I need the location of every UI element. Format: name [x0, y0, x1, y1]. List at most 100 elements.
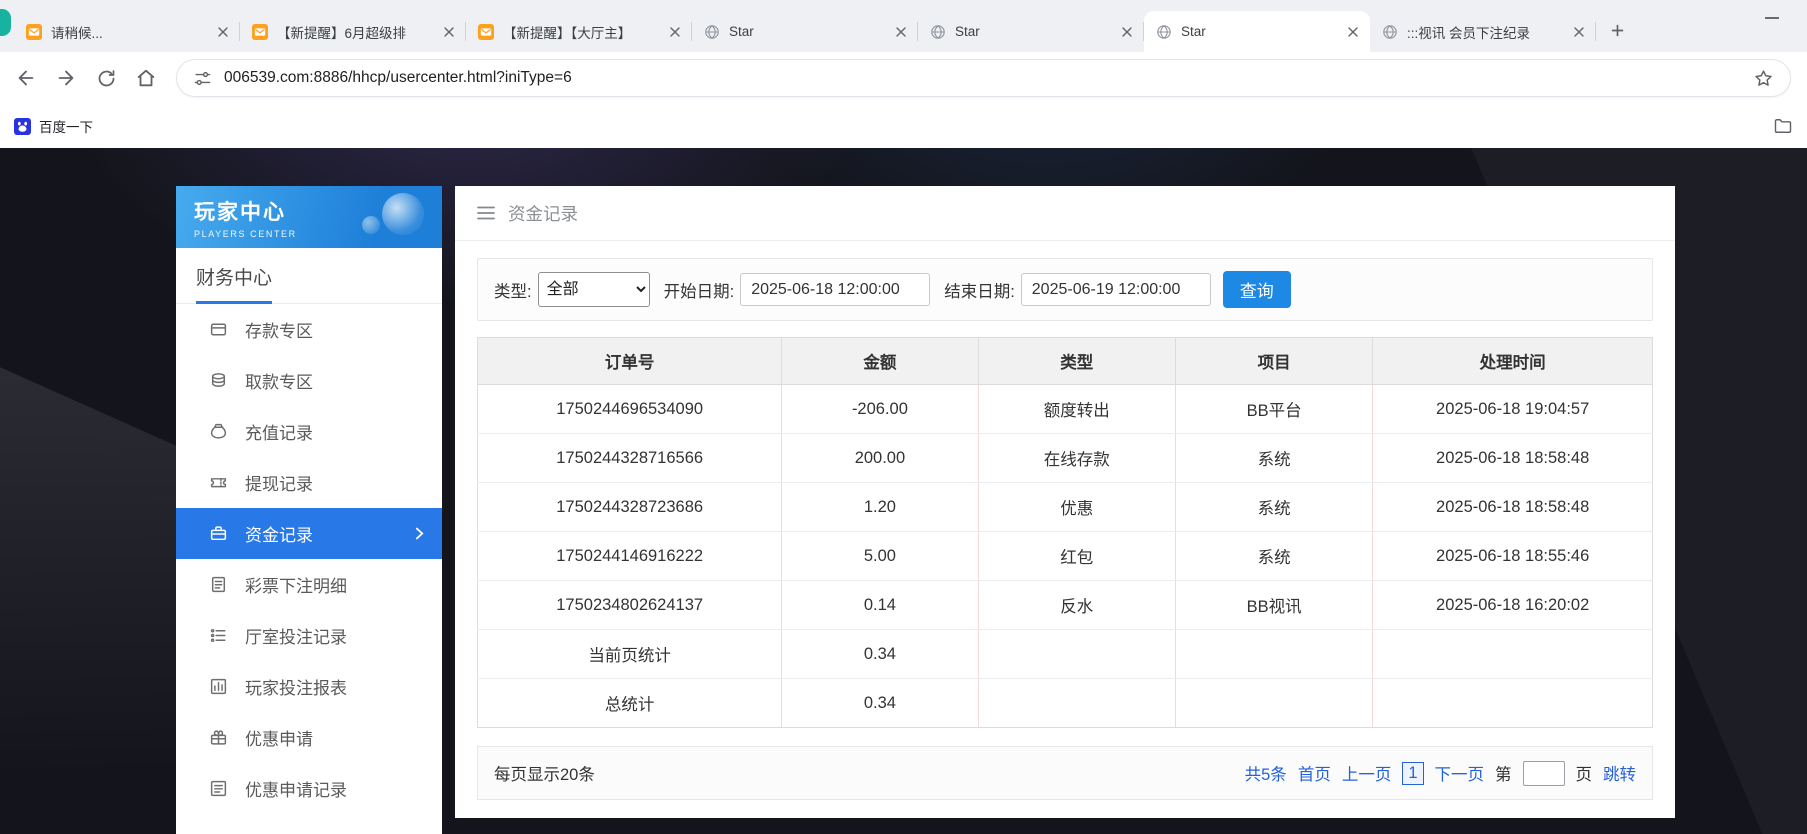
minimize-icon	[1765, 17, 1779, 19]
tab-close-icon[interactable]	[1570, 23, 1588, 41]
search-button[interactable]: 查询	[1222, 271, 1291, 308]
table-cell	[978, 678, 1176, 728]
coins-icon	[209, 371, 228, 390]
tab-close-icon[interactable]	[1344, 23, 1362, 41]
list-icon	[209, 626, 228, 645]
folder-icon	[1774, 119, 1792, 133]
sidebar-item-recharge-record[interactable]: 充值记录	[176, 406, 442, 457]
browser-window: 请稍候... 【新提醒】6月超级排 【新提醒】【大厅主】 Star Star Star::…	[0, 0, 1807, 834]
window-minimize-button[interactable]	[1765, 16, 1779, 20]
bookmark-label: 百度一下	[39, 120, 93, 135]
table-header-cell: 项目	[1174, 337, 1374, 385]
tab-close-icon[interactable]	[1118, 23, 1136, 41]
sidebar-item-label: 优惠申请记录	[245, 781, 347, 800]
table-cell: 1750244146916222	[476, 531, 783, 581]
table-cell: 0.34	[781, 678, 979, 728]
next-page-link[interactable]: 下一页	[1435, 761, 1485, 785]
browser-tab[interactable]: 【新提醒】【大厅主】	[466, 11, 692, 52]
first-page-link[interactable]: 首页	[1298, 761, 1331, 785]
site-info-icon	[194, 71, 211, 85]
sidebar-item-player-bet-report[interactable]: 玩家投注报表	[176, 661, 442, 712]
tab-close-icon[interactable]	[214, 23, 232, 41]
home-button[interactable]	[128, 60, 164, 96]
address-bar[interactable]: 006539.com:8886/hhcp/usercenter.html?ini…	[176, 59, 1791, 97]
back-button[interactable]	[8, 60, 44, 96]
end-date-input[interactable]	[1020, 273, 1211, 306]
table-cell: 当前页统计	[476, 629, 783, 679]
page-jump-input[interactable]	[1522, 760, 1565, 786]
window-edge-accent	[0, 9, 11, 36]
mail-icon	[478, 23, 494, 40]
table-cell: 1750244328716566	[476, 433, 783, 483]
sidebar-item-label: 厅室投注记录	[245, 628, 347, 647]
total-count: 共5条	[1244, 766, 1287, 784]
sidebar-item-withdraw-zone[interactable]: 取款专区	[176, 355, 442, 406]
sidebar-item-promo-apply[interactable]: 优惠申请	[176, 712, 442, 763]
table-cell	[1175, 629, 1374, 679]
sidebar-subtitle: PLAYERS CENTER	[194, 229, 297, 239]
tab-close-icon[interactable]	[440, 23, 458, 41]
table-cell: 0.34	[781, 629, 979, 679]
reload-button[interactable]	[88, 60, 124, 96]
fund-records-table-wrap: 订单号 金额 类型 项目 处理时间 1750244696534090 -206.00 额度转出…	[476, 337, 1653, 728]
type-select[interactable]: 全部	[537, 272, 650, 307]
bookmark-star-button[interactable]	[1753, 68, 1774, 89]
tab-close-icon[interactable]	[666, 23, 684, 41]
tab-title: :::视讯 会员下注纪录	[1407, 25, 1531, 41]
forward-button[interactable]	[48, 60, 84, 96]
browser-tab[interactable]: Star	[692, 11, 918, 52]
url-text: 006539.com:8886/hhcp/usercenter.html?ini…	[224, 69, 572, 86]
browser-tab[interactable]: Star	[1144, 11, 1370, 52]
browser-tab[interactable]: 请稍候...	[14, 11, 240, 52]
page-title: 资金记录	[508, 203, 578, 224]
start-date-input[interactable]	[740, 273, 931, 306]
tab-title: 【新提醒】【大厅主】	[503, 25, 632, 41]
briefcase-icon	[209, 524, 228, 543]
start-date-label: 开始日期:	[663, 282, 735, 301]
table-cell: 在线存款	[978, 433, 1176, 483]
table-cell: 1750234802624137	[476, 580, 783, 630]
prev-page-link[interactable]: 上一页	[1342, 761, 1392, 785]
table-row: 总统计 0.34	[476, 678, 1653, 728]
star-icon	[1755, 69, 1772, 86]
table-row: 1750244146916222 5.00 红包 系统 2025-06-18 18:55…	[476, 531, 1653, 581]
table-cell: 优惠	[978, 482, 1176, 532]
table-cell: 1750244328723686	[476, 482, 783, 532]
checklist-icon	[209, 779, 228, 798]
gift-icon	[209, 728, 228, 747]
browser-tab[interactable]: :::视讯 会员下注纪录	[1370, 11, 1596, 52]
bookmark-baidu[interactable]: 百度一下	[14, 116, 93, 136]
table-header-cell: 处理时间	[1372, 337, 1653, 385]
table-cell: -206.00	[781, 384, 979, 434]
globe-icon	[930, 24, 946, 40]
table-cell	[1372, 629, 1653, 679]
table-row: 1750244696534090 -206.00 额度转出 BB平台 2025-06-1…	[476, 384, 1653, 434]
sidebar-item-fund-record[interactable]: 资金记录	[176, 508, 442, 559]
table-cell: 200.00	[781, 433, 979, 483]
new-tab-button[interactable]	[1602, 15, 1632, 45]
sidebar-item-deposit-zone[interactable]: 存款专区	[176, 304, 442, 355]
current-page-number[interactable]: 1	[1402, 761, 1424, 785]
table-row: 1750244328723686 1.20 优惠 系统 2025-06-18 18:58…	[476, 482, 1653, 532]
table-cell: BB平台	[1175, 384, 1374, 434]
table-cell: 2025-06-18 18:58:48	[1372, 433, 1653, 483]
table-cell: 额度转出	[978, 384, 1176, 434]
bookmarks-folder-button[interactable]	[1773, 116, 1793, 136]
sidebar-item-hall-bet-record[interactable]: 厅室投注记录	[176, 610, 442, 661]
table-cell: 0.14	[781, 580, 979, 630]
tab-title: Star	[729, 24, 754, 39]
sidebar-item-label: 玩家投注报表	[245, 679, 347, 698]
sidebar-item-promo-apply-record[interactable]: 优惠申请记录	[176, 763, 442, 814]
panel-header: 资金记录	[455, 186, 1675, 241]
back-arrow-icon	[18, 70, 34, 86]
sidebar-item-lottery-bet-detail[interactable]: 彩票下注明细	[176, 559, 442, 610]
table-cell: 2025-06-18 18:55:46	[1372, 531, 1653, 581]
bookmarks-bar: 百度一下	[0, 104, 1807, 148]
table-cell: 1.20	[781, 482, 979, 532]
jump-link[interactable]: 跳转	[1603, 761, 1636, 785]
browser-tab[interactable]: 【新提醒】6月超级排	[240, 11, 466, 52]
tab-close-icon[interactable]	[892, 23, 910, 41]
document-icon	[209, 575, 228, 594]
browser-tab[interactable]: Star	[918, 11, 1144, 52]
sidebar-item-withdrawal-record[interactable]: 提现记录	[176, 457, 442, 508]
